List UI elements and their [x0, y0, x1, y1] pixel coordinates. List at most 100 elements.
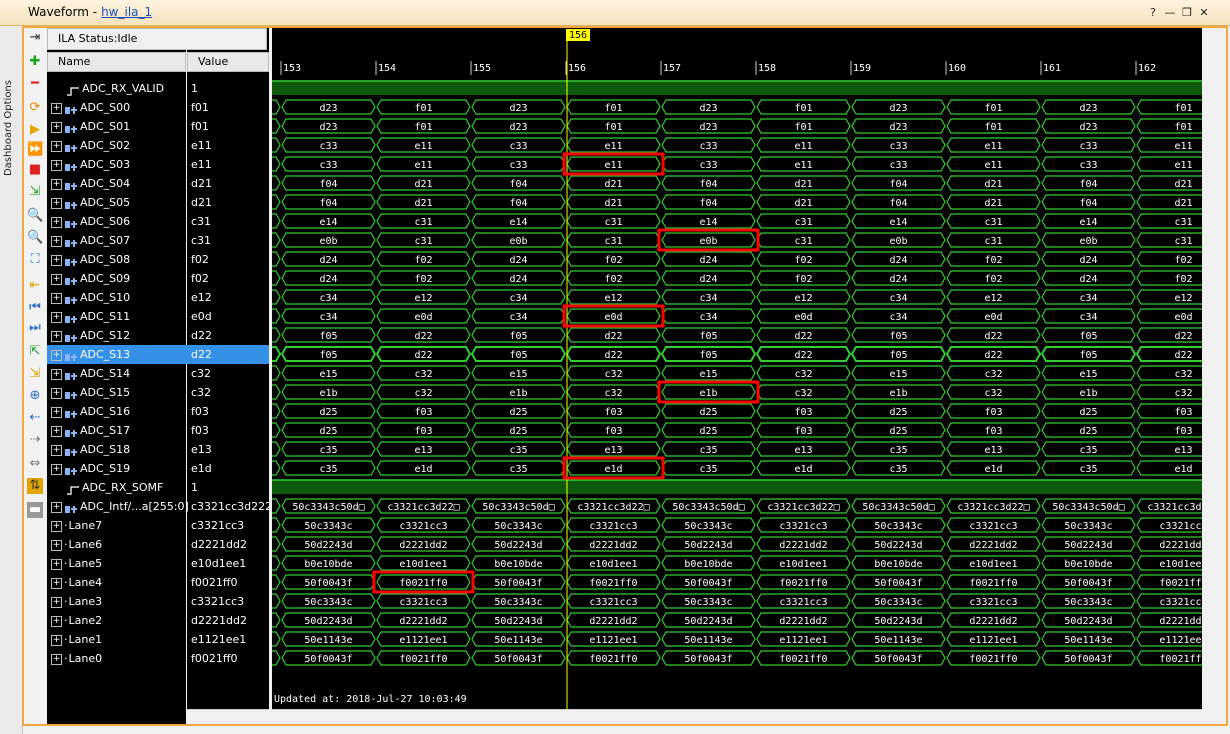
bus-value-label: d24: [889, 274, 907, 285]
signal-name-row[interactable]: ADC_RX_VALID: [47, 79, 190, 98]
expand-icon[interactable]: +: [51, 577, 62, 589]
signal-name-row[interactable]: + ADC_S07: [47, 231, 190, 250]
expand-icon[interactable]: +: [51, 273, 62, 285]
expand-icon[interactable]: +: [51, 539, 62, 551]
previous-marker-icon[interactable]: ⇠: [27, 410, 43, 426]
run-trigger-icon[interactable]: ▶: [27, 122, 43, 138]
signal-name-row[interactable]: + ADC_S06: [47, 212, 190, 231]
vertical-scrollbar[interactable]: [1203, 28, 1226, 724]
expand-icon[interactable]: +: [51, 463, 62, 475]
signal-name-row[interactable]: + ·Lane3: [47, 592, 190, 611]
bus-probe-icon: [64, 179, 78, 190]
bus-value-label: 50d2243d: [874, 540, 922, 551]
restore-button[interactable]: ❐: [1180, 6, 1194, 20]
value-hscrollbar[interactable]: [187, 709, 269, 724]
signal-name-row[interactable]: + ADC_S12: [47, 326, 190, 345]
next-transition-icon[interactable]: ⇲: [27, 366, 43, 382]
expand-icon[interactable]: +: [51, 615, 62, 627]
expand-icon[interactable]: +: [51, 159, 62, 171]
add-probe-icon[interactable]: ✚: [27, 54, 43, 70]
hw-ila-link[interactable]: hw_ila_1: [101, 5, 152, 19]
run-immediate-icon[interactable]: ⏩: [27, 142, 43, 158]
expand-icon[interactable]: +: [51, 292, 62, 304]
expand-icon[interactable]: +: [51, 311, 62, 323]
stop-trigger-icon[interactable]: ■: [27, 162, 43, 178]
expand-icon[interactable]: +: [51, 501, 62, 513]
collapse-panel-icon[interactable]: ⇥: [27, 30, 43, 46]
signal-name-row[interactable]: + ·Lane4: [47, 573, 190, 592]
signal-name-row[interactable]: + ADC_S10: [47, 288, 190, 307]
float-view-icon[interactable]: ▬: [27, 502, 43, 518]
expand-icon[interactable]: +: [51, 653, 62, 665]
signal-name-row[interactable]: + ADC_S01: [47, 117, 190, 136]
signal-name-row[interactable]: + ADC_S18: [47, 440, 190, 459]
expand-icon[interactable]: +: [51, 330, 62, 342]
go-to-last-time-icon[interactable]: ⏭: [27, 320, 43, 336]
expand-icon[interactable]: +: [51, 140, 62, 152]
expand-icon[interactable]: +: [51, 235, 62, 247]
signal-name-row[interactable]: + ·Lane1: [47, 630, 190, 649]
signal-name-row[interactable]: + ·Lane5: [47, 554, 190, 573]
expand-icon[interactable]: +: [51, 121, 62, 133]
expand-icon[interactable]: +: [51, 596, 62, 608]
expand-icon[interactable]: +: [51, 558, 62, 570]
bus-value-label: d2221dd2: [1159, 540, 1202, 551]
expand-icon[interactable]: +: [51, 444, 62, 456]
signal-name-row[interactable]: + ADC_S16: [47, 402, 190, 421]
signal-name-row[interactable]: + ADC_S14: [47, 364, 190, 383]
signal-name-row[interactable]: + ADC_S09: [47, 269, 190, 288]
add-marker-icon[interactable]: ⊕: [27, 388, 43, 404]
signal-name-row[interactable]: + ADC_S13: [47, 345, 190, 364]
expand-icon[interactable]: +: [51, 406, 62, 418]
expand-icon[interactable]: +: [51, 349, 62, 361]
name-header[interactable]: Name: [47, 52, 186, 72]
bus-value-label: c3321cc3: [589, 597, 637, 608]
export-icon[interactable]: ⇲: [27, 184, 43, 200]
help-button[interactable]: ?: [1146, 6, 1160, 20]
signal-name-row[interactable]: + ADC_S03: [47, 155, 190, 174]
remove-probe-icon[interactable]: ━: [27, 76, 43, 92]
next-marker-icon[interactable]: ⇢: [27, 432, 43, 448]
signal-name-row[interactable]: + ·Lane0: [47, 649, 190, 668]
expand-icon[interactable]: +: [51, 102, 62, 114]
expand-icon[interactable]: +: [51, 387, 62, 399]
expand-icon[interactable]: +: [51, 216, 62, 228]
zoom-in-icon[interactable]: 🔍: [27, 208, 43, 224]
signal-name-row[interactable]: + ·Lane2: [47, 611, 190, 630]
cursor-snap-icon[interactable]: ⇅: [27, 478, 43, 494]
signal-name-row[interactable]: + ADC_S19: [47, 459, 190, 478]
wave-hscrollbar[interactable]: [272, 709, 1202, 724]
auto-retrigger-icon[interactable]: ⟳: [27, 100, 43, 116]
value-header[interactable]: Value: [187, 52, 269, 72]
minimize-button[interactable]: —: [1163, 6, 1177, 20]
expand-icon[interactable]: +: [51, 178, 62, 190]
signal-name-row[interactable]: + ADC_S04: [47, 174, 190, 193]
signal-name-row[interactable]: ADC_RX_SOMF: [47, 478, 190, 497]
expand-icon[interactable]: +: [51, 368, 62, 380]
signal-name-row[interactable]: + ADC_S15: [47, 383, 190, 402]
signal-name-row[interactable]: + ADC_S11: [47, 307, 190, 326]
signal-name-row[interactable]: + ·Lane7: [47, 516, 190, 535]
close-button[interactable]: ✕: [1197, 6, 1211, 20]
bus-value-label: 50c3343c: [684, 597, 732, 608]
dashboard-options-tab[interactable]: Dashboard Options: [0, 26, 23, 734]
signal-name-row[interactable]: + ADC_S00: [47, 98, 190, 117]
waveform-area[interactable]: 153 154 155 156 157 158 159 160 161 162 d23 f01 d23 f…: [272, 28, 1202, 724]
signal-name-row[interactable]: + ADC_S02: [47, 136, 190, 155]
expand-icon[interactable]: +: [51, 254, 62, 266]
expand-icon[interactable]: +: [51, 520, 62, 532]
signal-name-row[interactable]: + ADC_Intf/...a[255:0]: [47, 497, 190, 516]
expand-icon[interactable]: +: [51, 197, 62, 209]
go-to-cursor-icon[interactable]: ⇤: [27, 278, 43, 294]
signal-name-row[interactable]: + ADC_S17: [47, 421, 190, 440]
swap-cursors-icon[interactable]: ⇔: [27, 456, 43, 472]
signal-name-row[interactable]: + ·Lane6: [47, 535, 190, 554]
expand-icon[interactable]: +: [51, 634, 62, 646]
signal-name-row[interactable]: + ADC_S05: [47, 193, 190, 212]
go-to-time-zero-icon[interactable]: ⏮: [27, 300, 43, 316]
signal-name-row[interactable]: + ADC_S08: [47, 250, 190, 269]
previous-transition-icon[interactable]: ⇱: [27, 344, 43, 360]
expand-icon[interactable]: +: [51, 425, 62, 437]
zoom-out-icon[interactable]: 🔍: [27, 230, 43, 246]
zoom-fit-icon[interactable]: ⛶: [27, 252, 43, 268]
